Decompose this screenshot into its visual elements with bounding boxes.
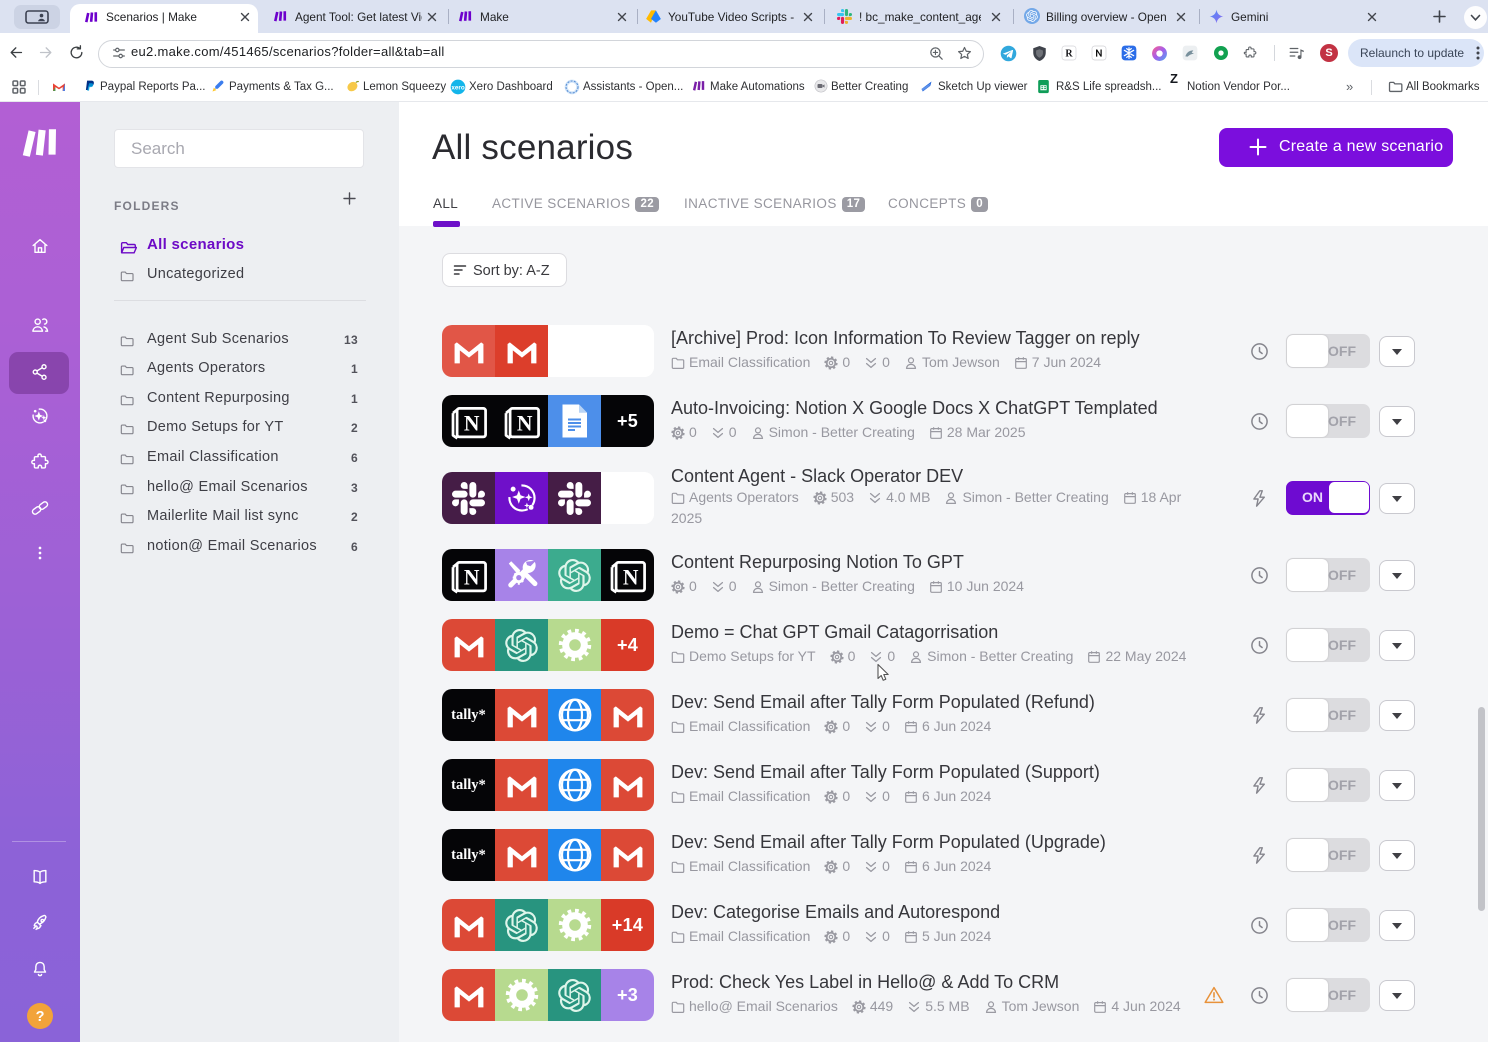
svg-text:N: N [464, 565, 480, 589]
svg-text:N: N [623, 565, 639, 589]
svg-text:?: ? [36, 1009, 45, 1025]
svg-text:xero: xero [451, 85, 465, 92]
svg-text:N: N [517, 411, 533, 435]
svg-text:N: N [464, 411, 480, 435]
svg-text:R: R [1065, 49, 1073, 60]
